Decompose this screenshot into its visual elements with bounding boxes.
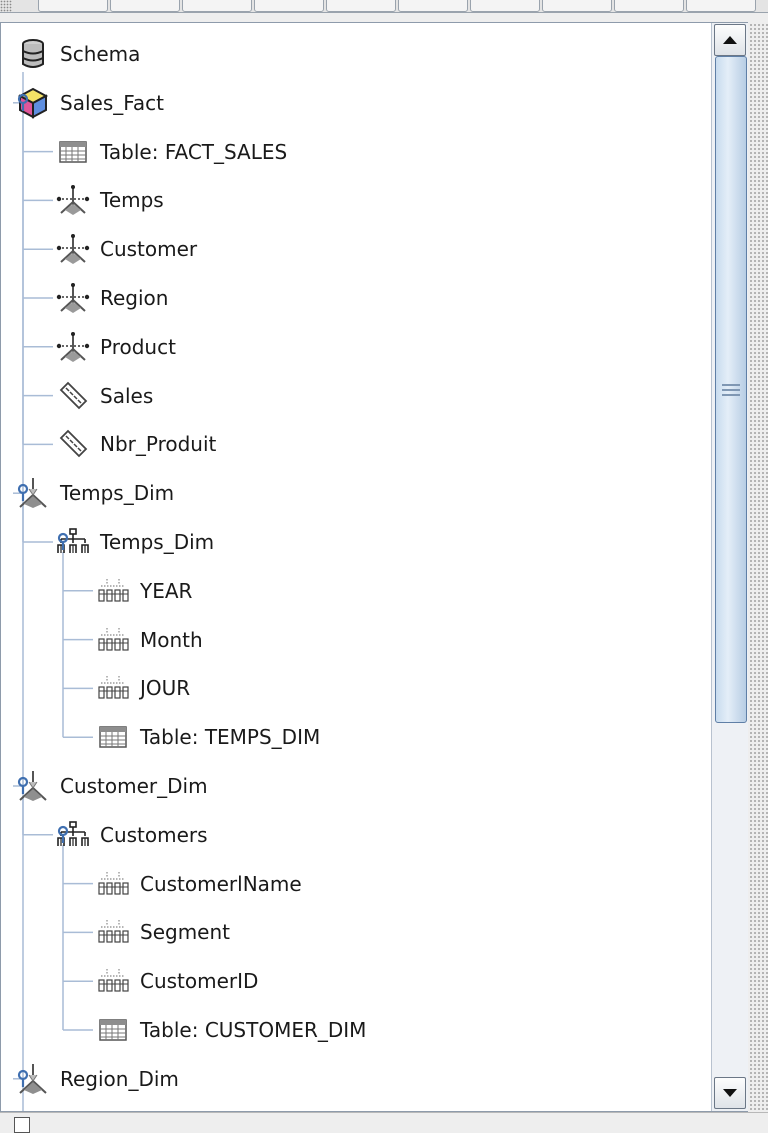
tree-node-label: Sales bbox=[100, 383, 154, 408]
level-icon bbox=[95, 573, 131, 609]
tree-node[interactable]: YEAR bbox=[1, 567, 748, 615]
arrow-up-icon bbox=[723, 36, 737, 44]
thumb-grip-line bbox=[722, 389, 740, 391]
tree-node-label: CustomerlName bbox=[140, 871, 302, 896]
dimension-usage-icon bbox=[55, 280, 91, 316]
arrow-down-icon bbox=[723, 1089, 737, 1097]
collapse-handle-icon[interactable] bbox=[15, 1069, 31, 1089]
level-icon bbox=[95, 622, 131, 658]
schema-tree-panel: Schema Sales_Fact Table: FACT_SALES Temps Cu… bbox=[0, 22, 748, 1112]
toolbar-button[interactable] bbox=[686, 0, 756, 12]
toolbar-button[interactable] bbox=[542, 0, 612, 12]
collapse-handle-icon[interactable] bbox=[15, 93, 31, 113]
tree-node[interactable]: JOUR bbox=[1, 664, 748, 712]
vertical-scrollbar[interactable] bbox=[711, 23, 748, 1111]
tree-node-label: Region_Dim bbox=[60, 1066, 179, 1091]
toolbar-button[interactable] bbox=[326, 0, 396, 12]
level-icon bbox=[95, 914, 131, 950]
tree-node[interactable]: Customers bbox=[1, 811, 748, 859]
split-pane-divider[interactable] bbox=[748, 22, 768, 1112]
thumb-grip-line bbox=[722, 394, 740, 396]
toolbar-button[interactable] bbox=[110, 0, 180, 12]
tree-node-label: Customers bbox=[100, 822, 208, 847]
tree-node[interactable]: CustomerlName bbox=[1, 860, 748, 908]
tree-node-label: Temps bbox=[100, 188, 164, 213]
tree-node[interactable]: Region_Dim bbox=[1, 1055, 720, 1103]
collapse-handle-icon[interactable] bbox=[55, 825, 71, 845]
schema-tree[interactable]: Schema Sales_Fact Table: FACT_SALES Temps Cu… bbox=[1, 23, 711, 1111]
tree-node[interactable]: Sales_Fact bbox=[1, 79, 720, 127]
toolbar-strip bbox=[0, 0, 768, 13]
scroll-up-button[interactable] bbox=[714, 24, 746, 56]
scroll-down-button[interactable] bbox=[714, 1077, 746, 1109]
measure-icon bbox=[55, 378, 91, 414]
tree-node[interactable]: Table: CUSTOMER_DIM bbox=[1, 1006, 748, 1054]
tree-node[interactable]: Nbr_Produit bbox=[1, 420, 748, 468]
tree-node[interactable]: Segment bbox=[1, 908, 748, 956]
tree-node[interactable]: Month bbox=[1, 616, 748, 664]
level-icon bbox=[95, 963, 131, 999]
collapse-handle-icon[interactable] bbox=[15, 483, 31, 503]
collapse-handle-icon[interactable] bbox=[55, 532, 71, 552]
tree-node[interactable]: Schema bbox=[1, 30, 720, 78]
toolbar-button[interactable] bbox=[182, 0, 252, 12]
toolbar-button[interactable] bbox=[470, 0, 540, 12]
tree-node-label: Temps_Dim bbox=[60, 481, 175, 506]
tree-node-label: Nbr_Produit bbox=[100, 432, 217, 457]
tree-node[interactable]: Table: TEMPS_DIM bbox=[1, 713, 748, 761]
table-icon bbox=[95, 719, 131, 755]
tree-node[interactable]: Sales bbox=[1, 372, 748, 420]
tree-node-label: CustomerID bbox=[140, 969, 259, 994]
tree-node-label: Customer bbox=[100, 237, 198, 262]
tree-node-label: Temps_Dim bbox=[100, 530, 215, 554]
thumb-grip-line bbox=[722, 384, 740, 386]
tree-node[interactable]: Temps_Dim bbox=[1, 469, 720, 517]
tree-node-label: Product bbox=[100, 334, 176, 359]
toolbar-grip[interactable] bbox=[0, 0, 12, 12]
tree-node-label: Table: FACT_SALES bbox=[100, 139, 288, 164]
tree-node-label: Schema bbox=[60, 42, 141, 66]
database-icon bbox=[15, 36, 51, 72]
scrollbar-thumb[interactable] bbox=[715, 56, 747, 723]
tree-node-label: JOUR bbox=[140, 676, 191, 701]
tree-node-label: Segment bbox=[140, 920, 230, 945]
tree-node-label: Region bbox=[100, 286, 169, 310]
measure-icon bbox=[55, 426, 91, 462]
tree-node[interactable]: Customer bbox=[1, 225, 748, 273]
table-icon bbox=[55, 134, 91, 170]
toolbar-button[interactable] bbox=[38, 0, 108, 12]
toolbar-button[interactable] bbox=[254, 0, 324, 12]
table-icon bbox=[95, 1012, 131, 1048]
level-icon bbox=[95, 866, 131, 902]
toolbar-button[interactable] bbox=[398, 0, 468, 12]
tree-node-label: Table: TEMPS_DIM bbox=[140, 725, 321, 750]
level-icon bbox=[95, 670, 131, 706]
status-box-icon bbox=[14, 1117, 30, 1133]
tree-node-label: Table: CUSTOMER_DIM bbox=[140, 1018, 367, 1042]
tree-node[interactable]: Product bbox=[1, 323, 748, 371]
dimension-usage-icon bbox=[55, 231, 91, 267]
dimension-usage-icon bbox=[55, 182, 91, 218]
toolbar-button[interactable] bbox=[614, 0, 684, 12]
tree-node[interactable]: Table: FACT_SALES bbox=[1, 128, 748, 176]
tree-node[interactable]: Region bbox=[1, 274, 748, 322]
tree-node-label: Customer_Dim bbox=[60, 774, 208, 798]
dimension-usage-icon bbox=[55, 329, 91, 365]
tree-node[interactable]: Temps bbox=[1, 176, 748, 224]
tree-node[interactable]: Customer_Dim bbox=[1, 762, 720, 810]
status-strip bbox=[0, 1112, 768, 1133]
tree-node-label: YEAR bbox=[140, 578, 193, 603]
collapse-handle-icon[interactable] bbox=[15, 776, 31, 796]
tree-node[interactable]: CustomerID bbox=[1, 957, 748, 1005]
tree-node-label: Sales_Fact bbox=[60, 90, 164, 115]
tree-node-label: Month bbox=[140, 627, 203, 652]
tree-node[interactable]: Temps_Dim bbox=[1, 518, 748, 566]
